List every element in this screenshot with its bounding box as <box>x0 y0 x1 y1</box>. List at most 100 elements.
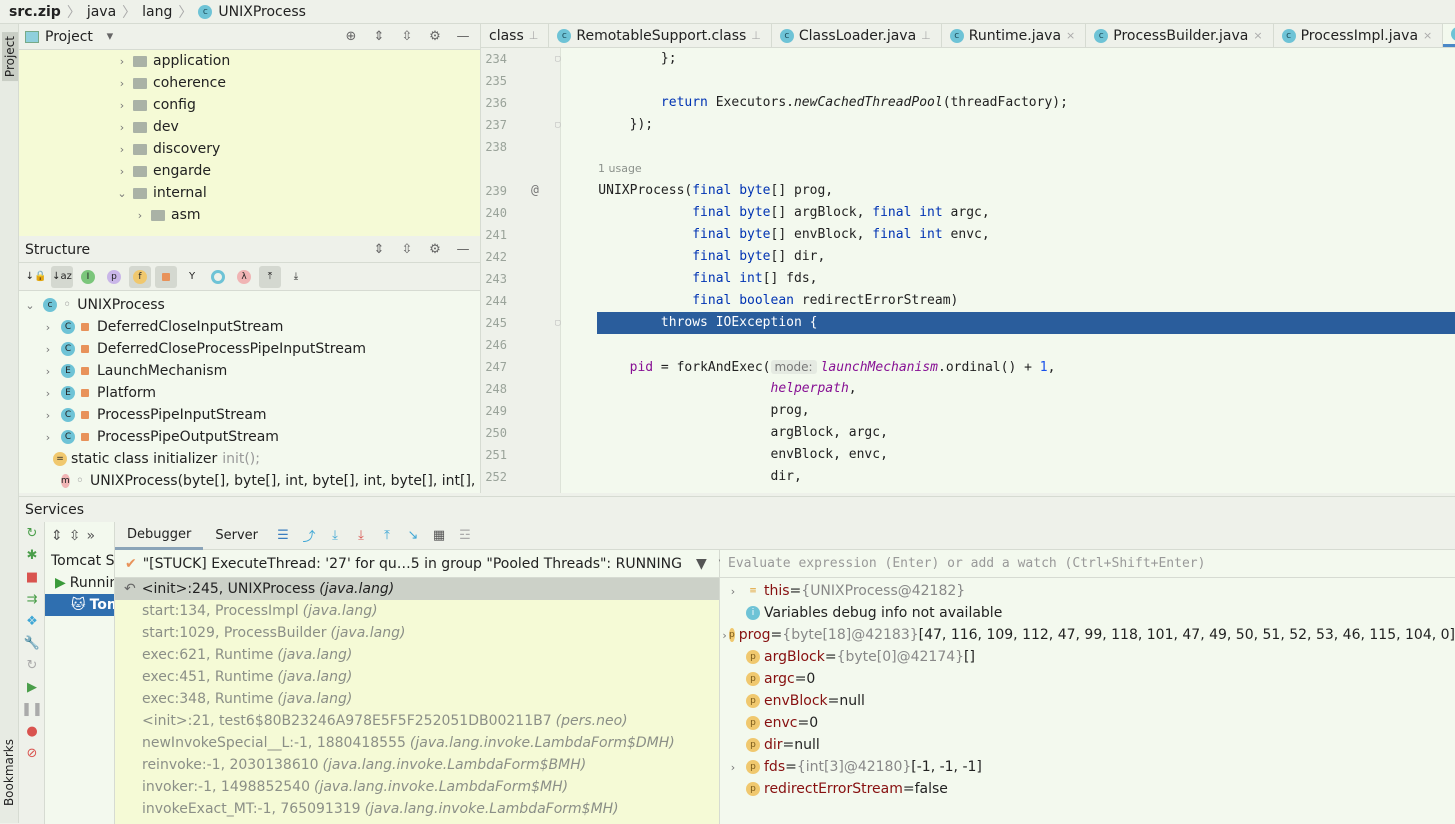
menu-icon[interactable]: ☰ <box>270 528 296 543</box>
stack-frame[interactable]: invokeExact_MT:-1, 765091319 (java.lang.i… <box>115 798 719 820</box>
show-execution-point-icon[interactable]: ⤴ <box>296 526 322 545</box>
stack-frame[interactable]: newInvokeSpecial__L:-1, 1880418555 (java.… <box>115 732 719 754</box>
chevron-right-icon[interactable]: › <box>115 165 129 178</box>
gear-icon[interactable]: ⚙ <box>424 242 446 257</box>
fold-icon[interactable]: ▢ <box>555 312 560 334</box>
stack-frame[interactable]: start:134, ProcessImpl (java.lang) <box>115 600 719 622</box>
variable-row[interactable]: › ≡ this = {UNIXProcess@42182} <box>720 580 1455 602</box>
tab-debugger[interactable]: Debugger <box>115 522 204 550</box>
show-classes-icon[interactable] <box>207 266 229 288</box>
refresh-icon[interactable]: ↻ <box>19 654 45 676</box>
tree-item[interactable]: › config <box>115 94 480 116</box>
project-view-title[interactable]: Project <box>45 29 93 45</box>
chevron-right-icon[interactable]: › <box>720 585 746 598</box>
rerun-icon[interactable]: ↻ <box>19 522 45 544</box>
editor-tab[interactable]: class ⊥ <box>481 24 550 47</box>
variable-row[interactable]: p argBlock = {byte[0]@42174} [] <box>720 646 1455 668</box>
chevron-right-icon[interactable]: › <box>115 77 129 90</box>
collapse-all-icon[interactable]: ⇳ <box>396 29 418 44</box>
autoscroll-from-source-icon[interactable]: ⤓ <box>285 266 307 288</box>
structure-item[interactable]: › C ProcessPipeInputStream <box>19 404 480 426</box>
tree-item[interactable]: › discovery <box>115 138 480 160</box>
chevron-right-icon[interactable]: › <box>41 387 55 400</box>
show-lambdas-icon[interactable]: λ <box>233 266 255 288</box>
expand-all-icon[interactable]: ⇕ <box>51 528 63 544</box>
service-running[interactable]: ▶ Runnin <box>45 572 114 594</box>
breadcrumb-item[interactable]: UNIXProcess <box>218 4 306 20</box>
tree-item[interactable]: ⌄ internal <box>115 182 480 204</box>
chevron-right-icon[interactable]: › <box>720 761 746 774</box>
pin-icon[interactable]: ⊥ <box>921 29 931 42</box>
chevron-right-icon[interactable]: › <box>115 55 129 68</box>
chevron-right-icon[interactable]: › <box>133 209 147 222</box>
locate-icon[interactable]: ⊕ <box>340 29 362 44</box>
mute-breakpoints-icon[interactable]: ⊘ <box>19 742 45 764</box>
chevron-right-icon[interactable]: › <box>41 365 55 378</box>
sort-alphabetically-icon[interactable]: ↓az <box>51 265 73 288</box>
show-anonymous-icon[interactable]: Y <box>181 266 203 288</box>
run-to-cursor-icon[interactable]: ↘ <box>400 528 426 543</box>
chevron-down-icon[interactable]: ⌄ <box>115 187 129 200</box>
editor-tab[interactable]: c ProcessImpl.java × <box>1274 24 1444 47</box>
chevron-down-icon[interactable]: ▾ <box>99 29 121 44</box>
chevron-down-icon[interactable]: ⌄ <box>23 299 37 312</box>
close-icon[interactable]: × <box>1253 29 1262 42</box>
breadcrumb-item[interactable]: java <box>87 4 116 20</box>
tree-item[interactable]: › dev <box>115 116 480 138</box>
resume-icon[interactable]: ▶ <box>19 676 45 698</box>
chevron-right-icon[interactable]: › <box>115 121 129 134</box>
close-icon[interactable]: × <box>1423 29 1432 42</box>
tree-item[interactable]: › asm <box>115 204 480 226</box>
close-icon[interactable]: × <box>1066 29 1075 42</box>
stack-frame[interactable]: <init>:21, test6$80B23246A978E5F5F252051… <box>115 710 719 732</box>
deploy-icon[interactable]: ⇉ <box>19 588 45 610</box>
pause-icon[interactable]: ❚❚ <box>19 698 45 720</box>
stack-frame[interactable]: exec:621, Runtime (java.lang) <box>115 644 719 666</box>
fold-icon[interactable]: ▢ <box>555 114 560 136</box>
chevron-right-icon[interactable]: › <box>115 99 129 112</box>
chevron-right-icon[interactable]: › <box>720 629 729 642</box>
structure-root[interactable]: ⌄ c ◦ UNIXProcess <box>19 294 480 316</box>
evaluate-expression-input[interactable]: Evaluate expression (Enter) or add a wat… <box>720 550 1455 578</box>
chevron-right-icon[interactable]: › <box>41 321 55 334</box>
structure-item-initializer[interactable]: = static class initializer init(); <box>19 448 480 470</box>
expand-all-icon[interactable]: ⇕ <box>368 242 390 257</box>
structure-item[interactable]: › C DeferredCloseProcessPipeInputStream <box>19 338 480 360</box>
editor-tab[interactable]: c RemotableSupport.class ⊥ <box>549 24 772 47</box>
service-tomcat-instance[interactable]: 🐱Tom <box>45 594 114 616</box>
autoscroll-to-source-icon[interactable]: ⤒ <box>259 265 281 288</box>
variable-row[interactable]: p dir = null <box>720 734 1455 756</box>
stack-frame[interactable]: reinvoke:-1, 2030138610 (java.lang.invoke… <box>115 754 719 776</box>
artifacts-icon[interactable]: ❖ <box>19 610 45 632</box>
stack-frame[interactable]: ↶ <init>:245, UNIXProcess (java.lang) <box>115 578 719 600</box>
show-inherited-icon[interactable]: I <box>77 266 99 288</box>
structure-item[interactable]: › C ProcessPipeOutputStream <box>19 426 480 448</box>
structure-item[interactable]: › E Platform <box>19 382 480 404</box>
variable-row[interactable]: p argc = 0 <box>720 668 1455 690</box>
tab-server[interactable]: Server <box>203 522 270 550</box>
tree-item[interactable]: › engarde <box>115 160 480 182</box>
stack-frame[interactable]: start:1029, ProcessBuilder (java.lang) <box>115 622 719 644</box>
fold-icon[interactable]: ▢ <box>555 48 560 70</box>
show-non-public-icon[interactable] <box>155 265 177 288</box>
trace-icon[interactable]: ☲ <box>452 528 478 543</box>
variable-row[interactable]: p redirectErrorStream = false <box>720 778 1455 800</box>
stack-frame[interactable]: exec:451, Runtime (java.lang) <box>115 666 719 688</box>
pin-icon[interactable]: ⊥ <box>529 29 539 42</box>
step-out-icon[interactable]: ⤒ <box>374 528 400 543</box>
tree-item[interactable]: › application <box>115 50 480 72</box>
stack-frame[interactable]: invoker:-1, 1498852540 (java.lang.invoke.… <box>115 776 719 798</box>
structure-item-constructor[interactable]: m ◦ UNIXProcess(byte[], byte[], int, byt… <box>19 470 499 492</box>
minimize-icon[interactable]: — <box>452 29 474 44</box>
variable-row[interactable]: p envBlock = null <box>720 690 1455 712</box>
pin-icon[interactable]: ⊥ <box>751 29 761 42</box>
editor-tab[interactable]: c Runtime.java × <box>942 24 1087 47</box>
variable-row[interactable]: › p fds = {int[3]@42180} [-1, -1, -1] <box>720 756 1455 778</box>
chevron-right-icon[interactable]: › <box>41 431 55 444</box>
debug-icon[interactable]: ✱ <box>19 544 45 566</box>
view-breakpoints-icon[interactable]: ● <box>19 720 45 742</box>
breadcrumb-item[interactable]: lang <box>142 4 172 20</box>
variable-row[interactable]: p envc = 0 <box>720 712 1455 734</box>
stack-frame[interactable]: exec:348, Runtime (java.lang) <box>115 688 719 710</box>
thread-selector[interactable]: ✔ "[STUCK] ExecuteThread: '27' for qu…5 … <box>115 550 726 578</box>
